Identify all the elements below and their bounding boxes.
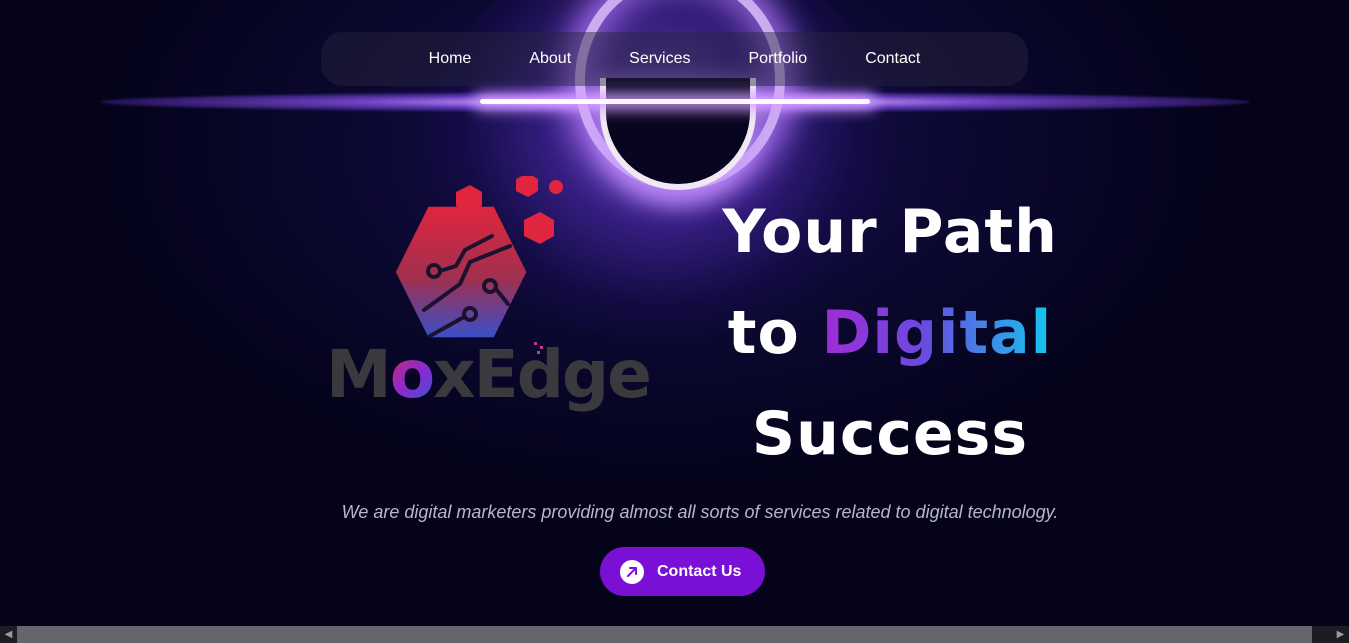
event-horizon (600, 78, 756, 190)
logo-hexagon-circuit-icon (395, 173, 563, 354)
logo-text-suffix: xEdge (433, 336, 652, 413)
hero-tagline: We are digital marketers providing almos… (341, 502, 1059, 522)
landing-page: Home About Services Portfolio Contact Mo… (0, 0, 1349, 643)
nav-portfolio[interactable]: Portfolio (720, 32, 837, 86)
logo-text-accent: o (389, 336, 435, 413)
logo-text-prefix: M (326, 336, 392, 413)
arrow-up-right-icon (620, 559, 644, 584)
scrollbar-thumb[interactable] (17, 626, 1312, 643)
headline-line-3: Success (751, 399, 1029, 469)
scroll-right-icon[interactable]: ▶ (1332, 626, 1349, 643)
headline-line-1: Your Path (722, 197, 1058, 267)
contact-us-label: Contact Us (657, 562, 742, 580)
horizontal-scrollbar[interactable]: ◀ ▶ (0, 626, 1349, 643)
contact-us-button[interactable]: Contact Us (600, 547, 765, 596)
nav-contact[interactable]: Contact (836, 32, 949, 86)
headline-accent-word: Digital (821, 298, 1053, 368)
scroll-left-icon[interactable]: ◀ (0, 626, 17, 643)
accretion-disk (100, 92, 1250, 112)
headline-plain-word: to (727, 298, 800, 368)
main-nav: Home About Services Portfolio Contact (321, 32, 1028, 86)
headline-line-2: to Digital (680, 283, 1100, 384)
hero-headline: Your Path to Digital Success (680, 182, 1100, 485)
nav-about[interactable]: About (500, 32, 600, 86)
logo-wordmark: MoxEdge (326, 336, 652, 413)
photon-ring (575, 0, 785, 190)
nav-services[interactable]: Services (600, 32, 719, 86)
nav-home[interactable]: Home (400, 32, 501, 86)
accretion-disk-core (480, 99, 870, 104)
moxedge-logo: MoxEdge (320, 173, 652, 432)
